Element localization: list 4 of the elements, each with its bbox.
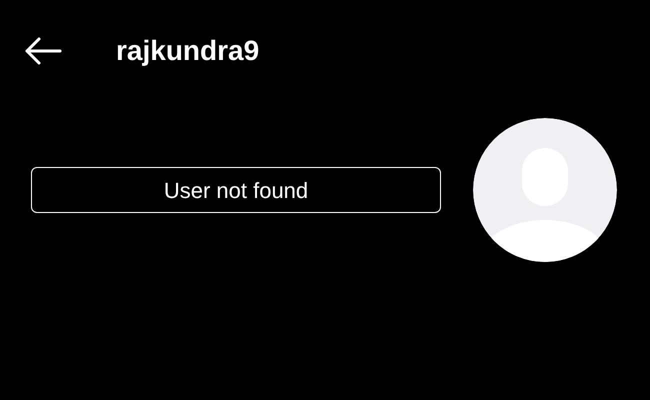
avatar-icon <box>473 118 617 262</box>
user-not-found-button[interactable]: User not found <box>31 167 441 213</box>
back-arrow-icon[interactable] <box>24 36 62 66</box>
username-title: rajkundra9 <box>116 37 260 65</box>
